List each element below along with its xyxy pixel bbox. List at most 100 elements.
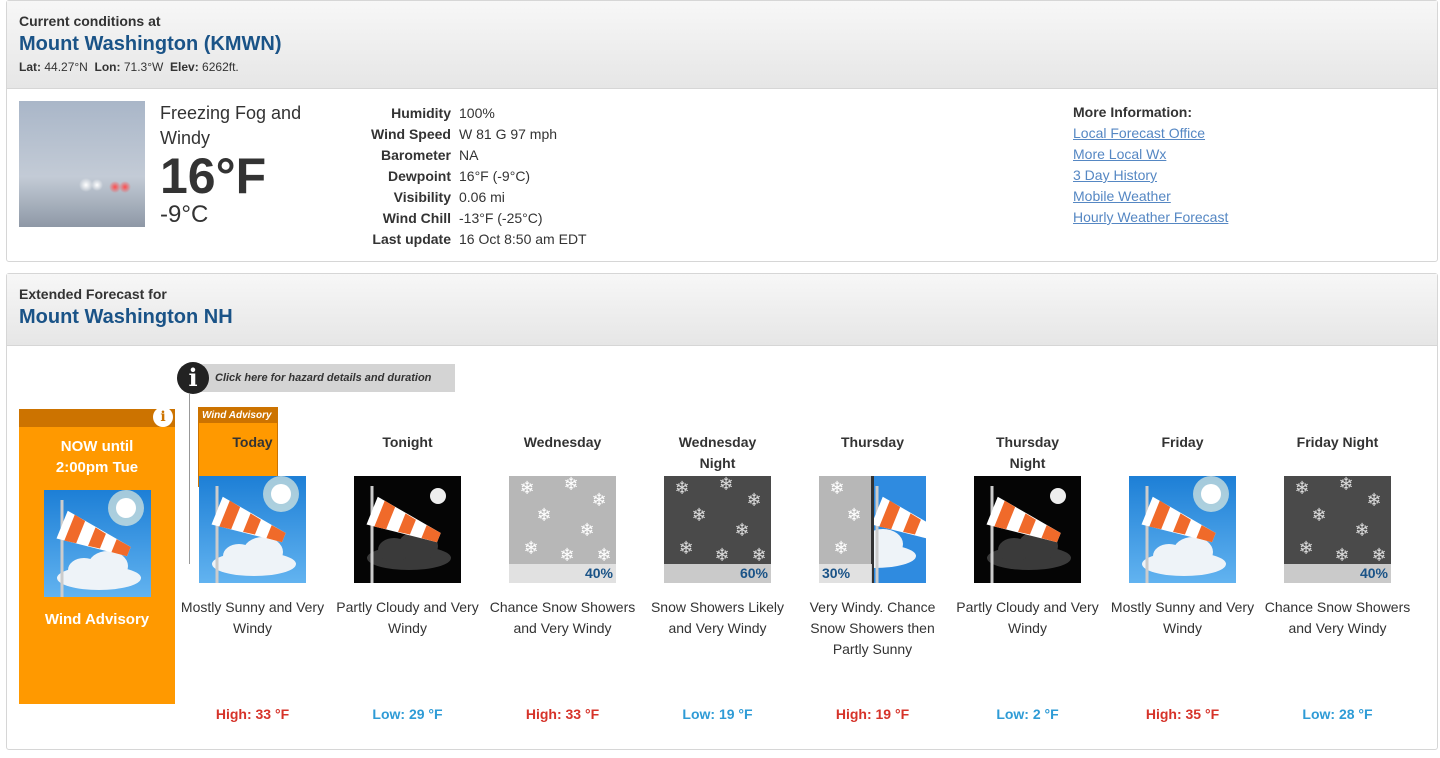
snow-night-icon[interactable]: ❄ ❄ ❄ ❄ ❄ ❄ ❄ ❄ 40% — [1284, 476, 1391, 583]
forecast-period[interactable]: Wednesday Night ❄ ❄ ❄ ❄ ❄ ❄ ❄ ❄ 60% Snow Showers L… — [640, 432, 795, 722]
detail-label: Humidity — [391, 104, 451, 121]
extended-forecast-label: Extended Forecast for — [19, 286, 167, 302]
svg-text:❄: ❄ — [559, 545, 574, 566]
svg-text:❄: ❄ — [718, 476, 733, 495]
forecast-period[interactable]: Tonight Partly Cloudy and Very Windy Low: … — [330, 432, 485, 722]
wind-advisory-tag-label: Wind Advisory — [199, 408, 277, 423]
local-forecast-office-link[interactable]: Local Forecast Office — [1073, 123, 1228, 144]
period-temperature: Low: 2 °F — [996, 706, 1059, 722]
svg-text:❄: ❄ — [563, 476, 578, 495]
longitude: 71.3°W — [123, 60, 164, 74]
wind-sunny-icon[interactable] — [1129, 476, 1236, 583]
hourly-weather-forecast-link[interactable]: Hourly Weather Forecast — [1073, 207, 1228, 228]
forecast-period[interactable]: Friday Night ❄ ❄ ❄ ❄ ❄ ❄ ❄ ❄ 40% Chance Snow Showe… — [1260, 432, 1415, 722]
period-description: Chance Snow Showers and Very Windy — [1264, 599, 1411, 636]
wind-sunny-icon — [43, 490, 151, 597]
detail-value: 0.06 mi — [459, 188, 505, 205]
forecast-period[interactable]: Thursday❄❄❄❄❄❄❄❄30%Very Windy. Chance Sn… — [795, 432, 950, 722]
svg-text:❄: ❄ — [536, 505, 551, 526]
period-name: Wednesday Night — [678, 434, 757, 471]
current-conditions-label: Current conditions at — [19, 13, 161, 29]
snow-night-icon[interactable]: ❄ ❄ ❄ ❄ ❄ ❄ ❄ ❄ 60% — [664, 476, 771, 583]
forecast-period[interactable]: Thursday Night Partly Cloudy and Very Win… — [950, 432, 1105, 722]
hazard-details-button[interactable]: i Click here for hazard details and dura… — [177, 362, 455, 394]
current-temp-c: -9°C — [160, 201, 209, 228]
precip-chance: 30% — [822, 565, 851, 581]
svg-text:❄: ❄ — [1354, 520, 1369, 541]
svg-text:❄: ❄ — [746, 490, 761, 511]
detail-label: Barometer — [380, 146, 451, 163]
latitude: 44.27°N — [44, 60, 88, 74]
period-name: Thursday Night — [995, 434, 1059, 471]
svg-text:❄: ❄ — [1334, 545, 1349, 566]
more-information-title: More Information: — [1073, 104, 1192, 120]
snow-to-wind-icon[interactable]: ❄❄❄❄❄❄❄❄30% — [819, 476, 926, 583]
period-temperature: Low: 19 °F — [682, 706, 753, 722]
wind-night-icon[interactable] — [354, 476, 461, 583]
detail-value: 16°F (-9°C) — [459, 167, 531, 184]
detail-row: Barometer NA — [367, 144, 591, 165]
svg-text:❄: ❄ — [714, 545, 729, 566]
extended-forecast-header: Extended Forecast for Mount Washington N… — [7, 274, 1437, 346]
period-description: Chance Snow Showers and Very Windy — [489, 599, 636, 636]
svg-text:❄: ❄ — [579, 520, 594, 541]
now-hazard-desc: Wind Advisory — [44, 611, 150, 628]
svg-text:❄: ❄ — [674, 478, 689, 499]
period-temperature: Low: 28 °F — [1302, 706, 1373, 722]
detail-value: NA — [459, 146, 479, 163]
period-name: Friday Night — [1296, 434, 1379, 450]
period-temperature: High: 33 °F — [215, 706, 290, 722]
period-name: Wednesday — [523, 434, 602, 450]
info-icon[interactable]: i — [153, 407, 173, 427]
more-local-wx-link[interactable]: More Local Wx — [1073, 144, 1228, 165]
detail-label: Visibility — [393, 188, 451, 205]
svg-text:❄: ❄ — [596, 545, 611, 566]
detail-row: Wind Chill -13°F (-25°C) — [367, 207, 591, 228]
period-description: Very Windy. Chance Snow Showers then Par… — [809, 599, 936, 657]
station-name: Mount Washington (KMWN) — [19, 33, 282, 55]
wind-advisory-now-box[interactable]: i NOW until 2:00pm Tue Wind Advisory — [19, 407, 175, 704]
elevation: 6262ft. — [202, 60, 239, 74]
forecast-period[interactable]: Friday Mostly Sunny and Very Windy High: 3… — [1105, 432, 1260, 722]
precip-chance: 60% — [739, 565, 768, 581]
period-description: Mostly Sunny and Very Windy — [1110, 599, 1255, 636]
detail-row: Wind Speed W 81 G 97 mph — [367, 123, 591, 144]
detail-value: 16 Oct 8:50 am EDT — [459, 230, 587, 247]
period-name: Thursday — [840, 434, 904, 450]
svg-text:❄: ❄ — [1298, 538, 1313, 559]
more-information: More Information: Local Forecast Office … — [1073, 102, 1228, 228]
mobile-weather-link[interactable]: Mobile Weather — [1073, 186, 1228, 207]
info-icon: i — [177, 362, 209, 394]
svg-text:❄: ❄ — [1366, 490, 1381, 511]
current-details-table: Humidity 100% Wind Speed W 81 G 97 mph Barom… — [367, 102, 591, 249]
precip-chance: 40% — [584, 565, 613, 581]
detail-label: Dewpoint — [388, 167, 451, 184]
svg-text:❄: ❄ — [833, 538, 848, 559]
three-day-history-link[interactable]: 3 Day History — [1073, 165, 1228, 186]
detail-value: -13°F (-25°C) — [459, 209, 543, 226]
wind-sunny-icon[interactable] — [199, 476, 306, 583]
current-condition: Freezing Fog and Windy — [160, 103, 302, 148]
svg-text:❄: ❄ — [751, 545, 766, 566]
svg-text:❄: ❄ — [678, 538, 693, 559]
forecast-period[interactable]: Today Mostly Sunny and Very Windy High: 33… — [175, 432, 330, 722]
svg-text:❄: ❄ — [523, 538, 538, 559]
period-description: Snow Showers Likely and Very Windy — [650, 599, 785, 636]
current-conditions-panel: Current conditions at Mount Washington (… — [6, 0, 1438, 262]
wind-night-icon[interactable] — [974, 476, 1081, 583]
period-name: Friday — [1161, 434, 1204, 450]
period-name: Tonight — [382, 434, 433, 450]
detail-label: Wind Speed — [371, 125, 451, 142]
period-temperature: High: 19 °F — [835, 706, 910, 722]
svg-text:❄: ❄ — [691, 505, 706, 526]
forecast-period[interactable]: Wednesday ❄ ❄ ❄ ❄ ❄ ❄ ❄ ❄ 40% Chance Snow Showers … — [485, 432, 640, 722]
station-coordinates: Lat: 44.27°N Lon: 71.3°W Elev: 6262ft. — [19, 60, 239, 74]
hazard-details-label: Click here for hazard details and durati… — [199, 364, 455, 392]
svg-text:❄: ❄ — [1338, 476, 1353, 495]
svg-text:❄: ❄ — [846, 505, 861, 526]
period-name: Today — [232, 434, 273, 450]
period-description: Mostly Sunny and Very Windy — [180, 599, 325, 636]
snow-day-icon[interactable]: ❄ ❄ ❄ ❄ ❄ ❄ ❄ ❄ 40% — [509, 476, 616, 583]
current-summary: Freezing Fog and Windy 16°F -9°C — [160, 101, 320, 229]
period-description: Partly Cloudy and Very Windy — [336, 599, 479, 636]
